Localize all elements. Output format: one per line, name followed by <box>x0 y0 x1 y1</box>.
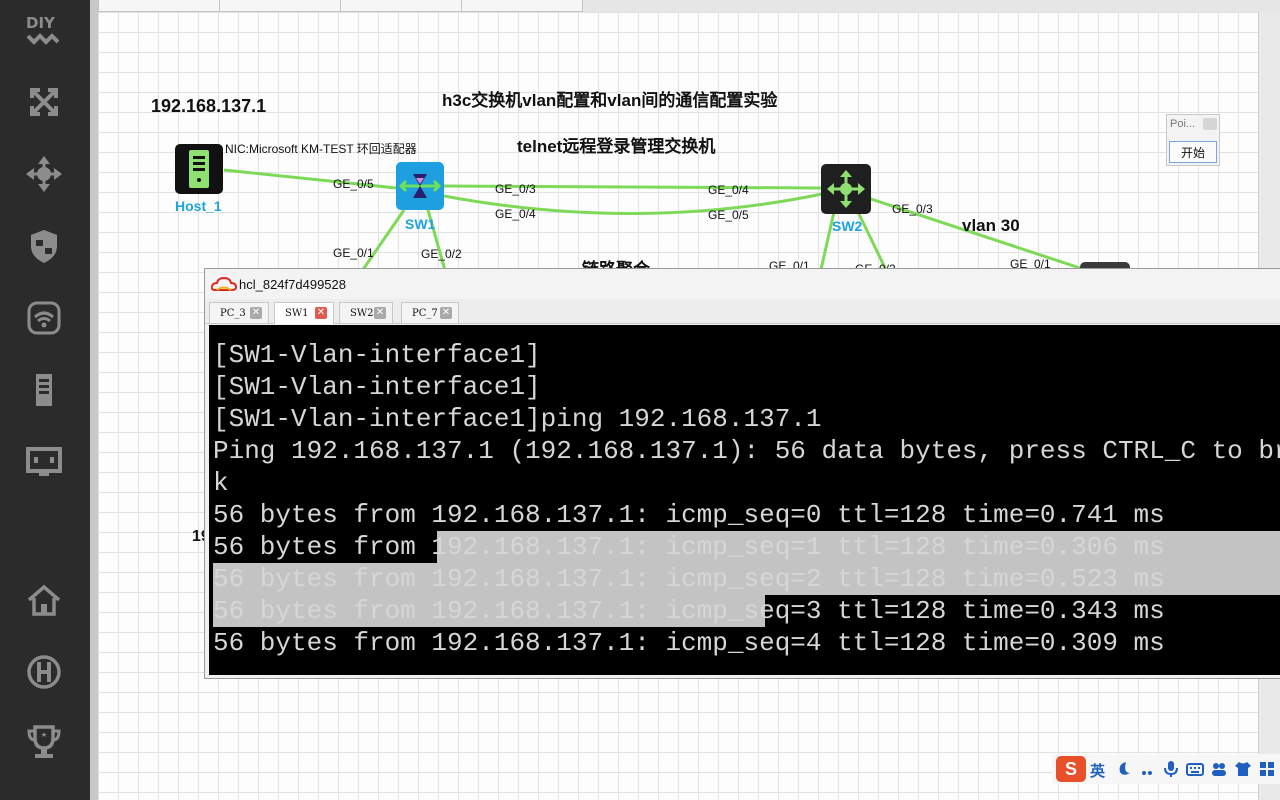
port-sw1-host: GE_0/5 <box>333 177 374 191</box>
console-line: 56 bytes from 192.168.137.1: icmp_seq=2 … <box>213 564 1165 594</box>
host1-device[interactable] <box>175 144 223 194</box>
top-tab-2[interactable] <box>219 0 341 12</box>
port-sw2-ge03: GE_0/3 <box>892 202 933 216</box>
topology-subtitle: telnet远程登录管理交换机 <box>517 137 716 156</box>
microphone-icon[interactable] <box>1162 760 1180 778</box>
people-icon[interactable] <box>1210 760 1228 778</box>
nic-label: NIC:Microsoft KM-TEST 环回适配器 <box>225 142 417 156</box>
skin-shirt-icon[interactable] <box>1234 760 1252 778</box>
console-line: k <box>213 468 229 498</box>
port-sw2-ge05: GE_0/5 <box>708 208 749 222</box>
tab-pc3[interactable]: PC_3 ✕ <box>209 302 269 323</box>
tab-label: PC_3 <box>220 307 246 319</box>
console-line: 56 bytes from 192.168.137.1: icmp_seq=0 … <box>213 500 1165 530</box>
sw2-device[interactable] <box>821 164 871 214</box>
top-tab-4[interactable] <box>461 0 583 12</box>
server-icon[interactable] <box>22 370 66 410</box>
ping-mini-window[interactable]: Poi... 开始 <box>1166 114 1220 166</box>
sw2-label: SW2 <box>832 218 863 234</box>
tab-label: PC_7 <box>412 307 438 319</box>
keyboard-icon[interactable] <box>1186 760 1204 778</box>
terminal-window[interactable]: hcl_824f7d499528 PC_3 ✕ SW1 ✕ SW2 ✕ PC_7… <box>204 268 1280 679</box>
firewall-icon[interactable] <box>22 226 66 266</box>
wireless-icon[interactable] <box>22 298 66 338</box>
console-line: [SW1-Vlan-interface1] <box>213 372 541 402</box>
port-sw1-ge01: GE_0/1 <box>333 246 374 260</box>
ime-language-toggle[interactable]: 英 <box>1090 760 1108 780</box>
top-tab-3[interactable] <box>340 0 462 12</box>
moon-icon[interactable] <box>1114 760 1132 778</box>
close-icon[interactable]: ✕ <box>315 307 327 319</box>
console-line: 56 bytes from 192.168.137.1: icmp_seq=1 … <box>213 532 1165 562</box>
host1-label: Host_1 <box>175 198 222 214</box>
punctuation-icon[interactable] <box>1138 760 1156 778</box>
port-sw1-ge04: GE_0/4 <box>495 207 536 221</box>
console-line: [SW1-Vlan-interface1] <box>213 340 541 370</box>
l2-switch-icon[interactable] <box>22 82 66 122</box>
top-tab-1[interactable] <box>98 0 220 12</box>
svg-text:DIY: DIY <box>26 14 56 32</box>
tab-sw2[interactable]: SW2 ✕ <box>339 302 393 323</box>
sogou-logo-icon[interactable]: S <box>1056 756 1086 782</box>
tab-sw1[interactable]: SW1 ✕ <box>274 302 334 324</box>
router-icon[interactable] <box>22 154 66 194</box>
console-line: Ping 192.168.137.1 (192.168.137.1): 56 d… <box>213 436 1280 466</box>
sidebar-gap <box>90 0 98 800</box>
close-icon[interactable]: ✕ <box>374 307 386 319</box>
console-line: 56 bytes from 192.168.137.1: icmp_seq=3 … <box>213 596 1165 626</box>
tab-label: SW1 <box>285 308 309 319</box>
diy-icon[interactable]: DIY <box>22 12 66 52</box>
h3c-logo-icon[interactable] <box>22 652 66 692</box>
mini-window-title: Poi... <box>1170 118 1196 130</box>
console-output[interactable]: [SW1-Vlan-interface1] [SW1-Vlan-interfac… <box>209 325 1280 675</box>
port-sw1-ge02: GE_0/2 <box>421 247 462 261</box>
terminal-titlebar[interactable]: hcl_824f7d499528 <box>205 269 1280 299</box>
terminal-title: hcl_824f7d499528 <box>239 277 346 292</box>
start-button[interactable]: 开始 <box>1169 141 1217 163</box>
trophy-icon[interactable] <box>22 722 66 762</box>
port-sw1-ge03: GE_0/3 <box>495 182 536 196</box>
tab-pc7[interactable]: PC_7 ✕ <box>401 302 459 323</box>
ime-toolbar: S 英 <box>1052 754 1280 784</box>
tab-label: SW2 <box>350 307 374 319</box>
link-sw1-ge01 <box>358 209 406 275</box>
close-icon[interactable]: ✕ <box>250 307 262 319</box>
mini-window-close-button[interactable] <box>1203 118 1217 130</box>
topology-title: h3c交换机vlan配置和vlan间的通信配置实验 <box>442 91 778 110</box>
cloud-logo-icon <box>210 276 238 296</box>
ip-label: 192.168.137.1 <box>151 96 267 116</box>
sw1-label: SW1 <box>405 216 436 232</box>
close-icon[interactable]: ✕ <box>440 307 452 319</box>
console-line: [SW1-Vlan-interface1]ping 192.168.137.1 <box>213 404 822 434</box>
device-sidebar: DIY <box>0 0 90 800</box>
console-line: 56 bytes from 192.168.137.1: icmp_seq=4 … <box>213 628 1165 658</box>
home-icon[interactable] <box>22 580 66 620</box>
terminal-tab-bar: PC_3 ✕ SW1 ✕ SW2 ✕ PC_7 ✕ <box>205 299 1280 324</box>
port-sw2-ge04: GE_0/4 <box>708 183 749 197</box>
sw1-device[interactable] <box>396 162 444 210</box>
vlan-label: vlan 30 <box>962 216 1020 235</box>
monitor-icon[interactable] <box>22 442 66 482</box>
toolbox-icon[interactable] <box>1258 760 1276 778</box>
